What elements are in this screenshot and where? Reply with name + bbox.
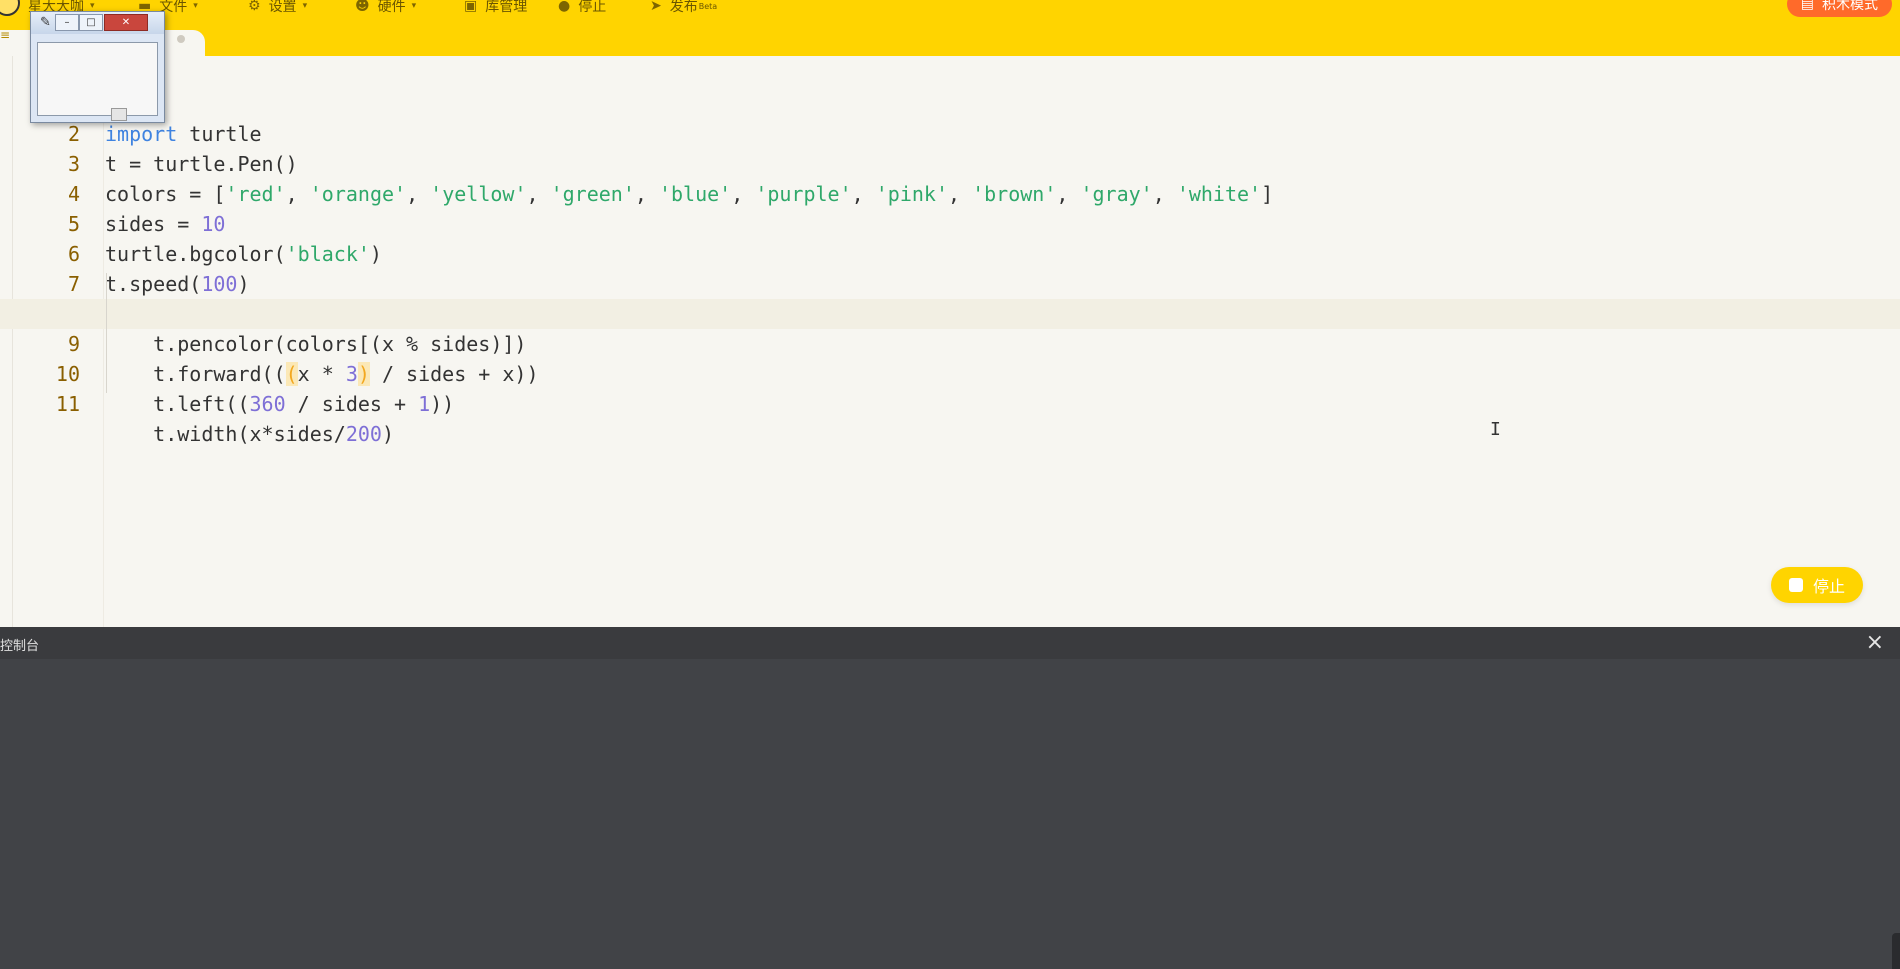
code-line[interactable]: 7 for x in range(360): xyxy=(0,239,1900,326)
feather-icon: ✎ xyxy=(40,15,51,30)
code-line[interactable]: 1 import turtle xyxy=(0,59,1900,146)
code-line[interactable]: 4 sides = 10 xyxy=(0,149,1900,236)
scroll-handle[interactable] xyxy=(111,108,127,121)
line-code: t.left((360 / sides + 1)) xyxy=(105,392,455,416)
code-line[interactable]: 10 t.left((360 / sides + 1)) xyxy=(0,329,1900,416)
text-cursor-icon: I xyxy=(1490,419,1501,440)
console-output[interactable] xyxy=(0,659,1900,969)
block-mode-label: 积木模式 xyxy=(1822,0,1878,13)
code-line[interactable]: 5 turtle.bgcolor('black') xyxy=(0,179,1900,266)
chevron-down-icon: ▾ xyxy=(90,1,95,11)
line-number: 11 xyxy=(55,392,80,416)
turtle-canvas xyxy=(37,42,158,116)
menu-hardware-label: 硬件 xyxy=(377,0,406,15)
stop-button-label: 停止 xyxy=(1812,577,1845,596)
console-title: 控制台 xyxy=(0,639,40,654)
blocks-icon: ▤ xyxy=(1800,0,1814,12)
chevron-down-icon: ▾ xyxy=(302,1,308,11)
stop-square-icon xyxy=(1788,578,1803,592)
user-avatar[interactable] xyxy=(0,0,20,16)
minimize-button[interactable]: – xyxy=(55,14,79,31)
menu-library[interactable]: ▣ 库管理 xyxy=(464,0,527,15)
code-line[interactable]: 11 t.width(x*sides/200) xyxy=(0,359,1900,446)
menu-settings-label: 设置 xyxy=(268,0,297,15)
beta-badge: Beta xyxy=(698,1,718,11)
maximize-button[interactable]: □ xyxy=(79,14,103,31)
indent-guide xyxy=(106,273,107,393)
close-icon[interactable]: × xyxy=(1866,630,1884,655)
menu-stop[interactable]: ● 停止 xyxy=(558,0,606,15)
gear-icon: ⚙ xyxy=(248,0,261,14)
robot-icon: ☻ xyxy=(355,0,370,14)
block-mode-button[interactable]: ▤ 积木模式 xyxy=(1786,0,1892,17)
side-marker: ≡ xyxy=(0,28,11,42)
turtle-graphics-window[interactable]: ✎ – □ ✕ xyxy=(30,11,165,123)
stop-icon: ● xyxy=(558,0,571,14)
menu-library-label: 库管理 xyxy=(485,0,528,15)
unsaved-dot xyxy=(177,35,185,43)
code-line[interactable]: 2 t = turtle.Pen() xyxy=(0,89,1900,176)
code-line[interactable]: 3 colors = ['red', 'orange', 'yellow', '… xyxy=(0,119,1900,206)
top-toolbar: 星大大咖 ▾ ▬ 文件 ▾ ⚙ 设置 ▾ ☻ 硬件 ▾ ▣ 库管理 ● 停止 ➤ 发布 Beta ▤ 积… xyxy=(0,0,1900,56)
box-icon: ▣ xyxy=(464,0,478,14)
chevron-down-icon: ▾ xyxy=(411,1,417,11)
line-code: t.width(x*sides/200) xyxy=(105,422,394,446)
menu-stop-label: 停止 xyxy=(578,0,607,15)
menu-publish[interactable]: ➤ 发布 Beta xyxy=(650,0,718,15)
floating-stop-button[interactable]: 停止 xyxy=(1771,567,1863,603)
code-line-active[interactable]: 9 t.forward(((x * 3) / sides + x)) xyxy=(0,299,1900,386)
menu-settings[interactable]: ⚙ 设置 ▾ xyxy=(248,0,308,15)
menu-hardware[interactable]: ☻ 硬件 ▾ xyxy=(355,0,417,15)
send-icon: ➤ xyxy=(650,0,662,14)
chevron-down-icon: ▾ xyxy=(193,1,198,11)
scrollbar-thumb[interactable] xyxy=(1892,933,1900,969)
code-line[interactable]: 6 t.speed(100) xyxy=(0,209,1900,296)
window-close-button[interactable]: ✕ xyxy=(104,14,148,31)
code-line[interactable]: 8 t.pencolor(colors[(x % sides)]) xyxy=(0,269,1900,356)
console-header: 控制台 × xyxy=(0,627,1900,659)
menu-publish-label: 发布 xyxy=(669,0,698,15)
